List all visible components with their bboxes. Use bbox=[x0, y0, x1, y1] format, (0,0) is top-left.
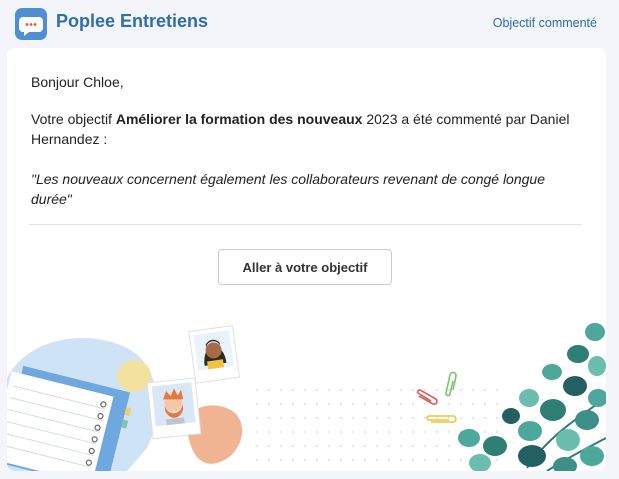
header: Poplee Entretiens Objectif commenté bbox=[0, 0, 619, 46]
greeting: Bonjour Chloe, bbox=[31, 74, 124, 90]
email-card: Bonjour Chloe, Votre objectif Améliorer … bbox=[7, 48, 606, 471]
divider bbox=[29, 224, 582, 225]
intro-before: Votre objectif bbox=[31, 111, 116, 127]
intro-paragraph: Votre objectif Améliorer la formation de… bbox=[31, 109, 571, 149]
plant-decoration bbox=[458, 323, 606, 471]
paperclip-icons bbox=[416, 371, 457, 423]
notification-type-label: Objectif commenté bbox=[492, 16, 597, 30]
decorative-illustration bbox=[7, 323, 606, 471]
yellow-blob-shape bbox=[117, 360, 151, 392]
app-name: Poplee Entretiens bbox=[56, 11, 209, 31]
photo-card-woman bbox=[188, 325, 241, 384]
chat-bubble-icon bbox=[15, 8, 47, 40]
objective-name: Améliorer la formation des nouveaux bbox=[115, 111, 363, 127]
comment-quote: "Les nouveaux concernent également les c… bbox=[31, 171, 545, 207]
photo-card-man bbox=[146, 377, 202, 440]
go-to-objective-button[interactable]: Aller à votre objectif bbox=[218, 249, 392, 285]
